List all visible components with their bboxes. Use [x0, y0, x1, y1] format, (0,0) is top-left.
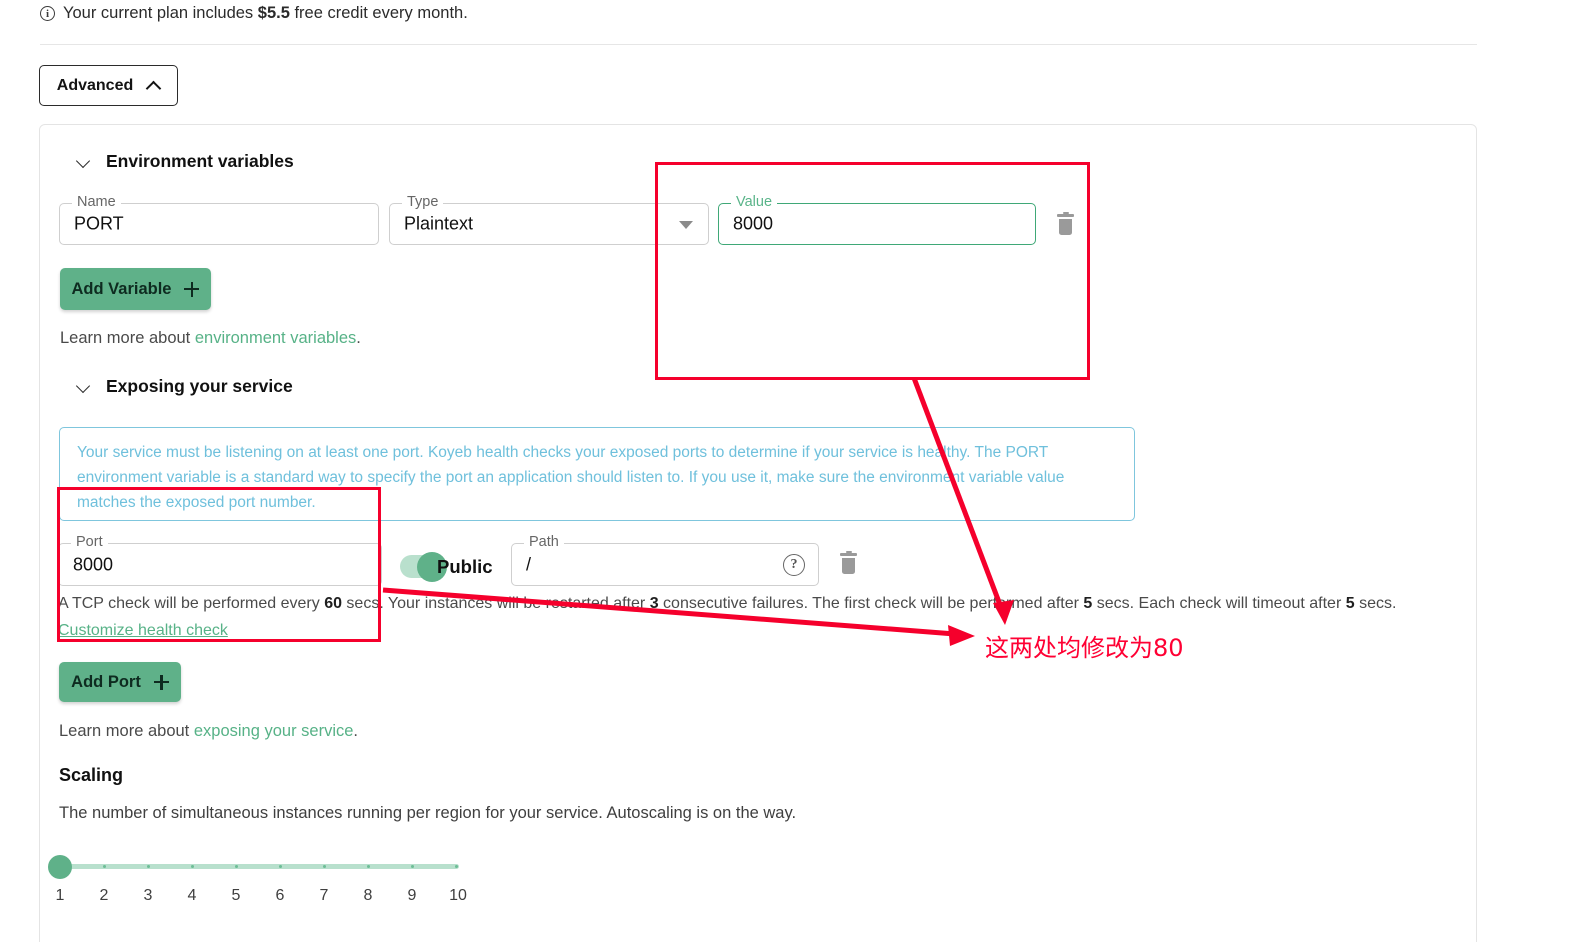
env-value-field[interactable]: Value 8000	[718, 194, 1036, 245]
exposing-service-header[interactable]: Exposing your service	[76, 376, 293, 397]
add-variable-label: Add Variable	[71, 279, 172, 298]
env-type-select[interactable]: Type Plaintext	[389, 194, 709, 245]
scale-tick-7: 7	[319, 887, 329, 904]
advanced-label: Advanced	[56, 76, 134, 94]
env-name-value: PORT	[74, 213, 124, 234]
env-learn-more: Learn more about environment variables.	[60, 329, 361, 348]
scale-tick-4: 4	[187, 887, 197, 904]
scale-tick-3: 3	[143, 887, 153, 904]
chevron-down-icon	[76, 380, 90, 394]
scale-tick-1: 1	[55, 887, 65, 904]
exposing-learn-prefix: Learn more about	[59, 722, 194, 740]
public-label: Public	[437, 556, 493, 577]
add-variable-button[interactable]: Add Variable	[60, 268, 211, 310]
scale-tick-5: 5	[231, 887, 241, 904]
scaling-slider-thumb[interactable]	[48, 855, 72, 879]
chevron-down-icon[interactable]	[679, 221, 693, 229]
scaling-tick-labels: 1 2 3 4 5 6 7 8 9 10	[48, 887, 478, 909]
path-field[interactable]: Path / ?	[511, 534, 819, 586]
plan-credit-text: Your current plan includes $5.5 free cre…	[63, 4, 468, 22]
env-name-field[interactable]: Name PORT	[59, 194, 379, 245]
exposing-learn-suffix: .	[353, 722, 359, 740]
port-value: 8000	[73, 554, 114, 574]
path-label: Path	[524, 534, 564, 550]
scale-tick-2: 2	[99, 887, 109, 904]
plan-credit-notice: i Your current plan includes $5.5 free c…	[40, 4, 468, 23]
environment-variables-header[interactable]: Environment variables	[76, 151, 294, 172]
exposing-your-service-link[interactable]: exposing your service	[194, 722, 354, 740]
exposing-service-title: Exposing your service	[106, 376, 293, 396]
env-delete-icon[interactable]	[1057, 211, 1074, 235]
health-check-description: A TCP check will be performed every 60 s…	[58, 590, 1458, 644]
health-check-text: A TCP check will be performed every 60 s…	[58, 595, 1397, 612]
scaling-slider-track[interactable]	[59, 864, 459, 869]
plus-icon	[153, 674, 169, 690]
question-mark-icon[interactable]: ?	[783, 553, 805, 576]
scaling-slider[interactable]	[48, 855, 478, 879]
chevron-down-icon	[76, 155, 90, 169]
scale-tick-8: 8	[363, 887, 373, 904]
exposing-learn-more: Learn more about exposing your service.	[59, 722, 358, 741]
env-name-label: Name	[72, 194, 121, 210]
port-field[interactable]: Port 8000	[58, 534, 382, 586]
env-value-label: Value	[731, 194, 778, 210]
header-divider	[40, 44, 1477, 45]
port-info-alert: Your service must be listening on at lea…	[59, 427, 1135, 521]
add-port-button[interactable]: Add Port	[59, 662, 181, 702]
plus-icon	[184, 281, 200, 297]
port-info-alert-text: Your service must be listening on at lea…	[77, 444, 1065, 511]
env-value-value: 8000	[733, 213, 774, 234]
chevron-up-icon	[147, 79, 160, 92]
path-value: /	[526, 554, 532, 574]
advanced-toggle-button[interactable]: Advanced	[39, 65, 178, 106]
environment-variables-title: Environment variables	[106, 151, 294, 171]
customize-health-check-link[interactable]: Customize health check	[58, 622, 228, 639]
scale-tick-9: 9	[407, 887, 417, 904]
environment-variables-link[interactable]: environment variables	[195, 329, 356, 347]
env-type-label: Type	[402, 194, 444, 210]
scale-tick-6: 6	[275, 887, 285, 904]
add-port-label: Add Port	[71, 672, 141, 691]
env-learn-suffix: .	[356, 329, 361, 347]
env-learn-prefix: Learn more about	[60, 329, 195, 347]
scaling-title: Scaling	[59, 765, 124, 785]
info-circle-icon: i	[40, 6, 55, 21]
env-type-value: Plaintext	[404, 213, 474, 234]
scaling-description: The number of simultaneous instances run…	[59, 804, 797, 822]
port-label: Port	[71, 534, 108, 550]
scale-tick-10: 10	[449, 887, 467, 904]
annotation-note: 这两处均修改为80	[985, 634, 1184, 662]
port-delete-icon[interactable]	[840, 550, 857, 574]
